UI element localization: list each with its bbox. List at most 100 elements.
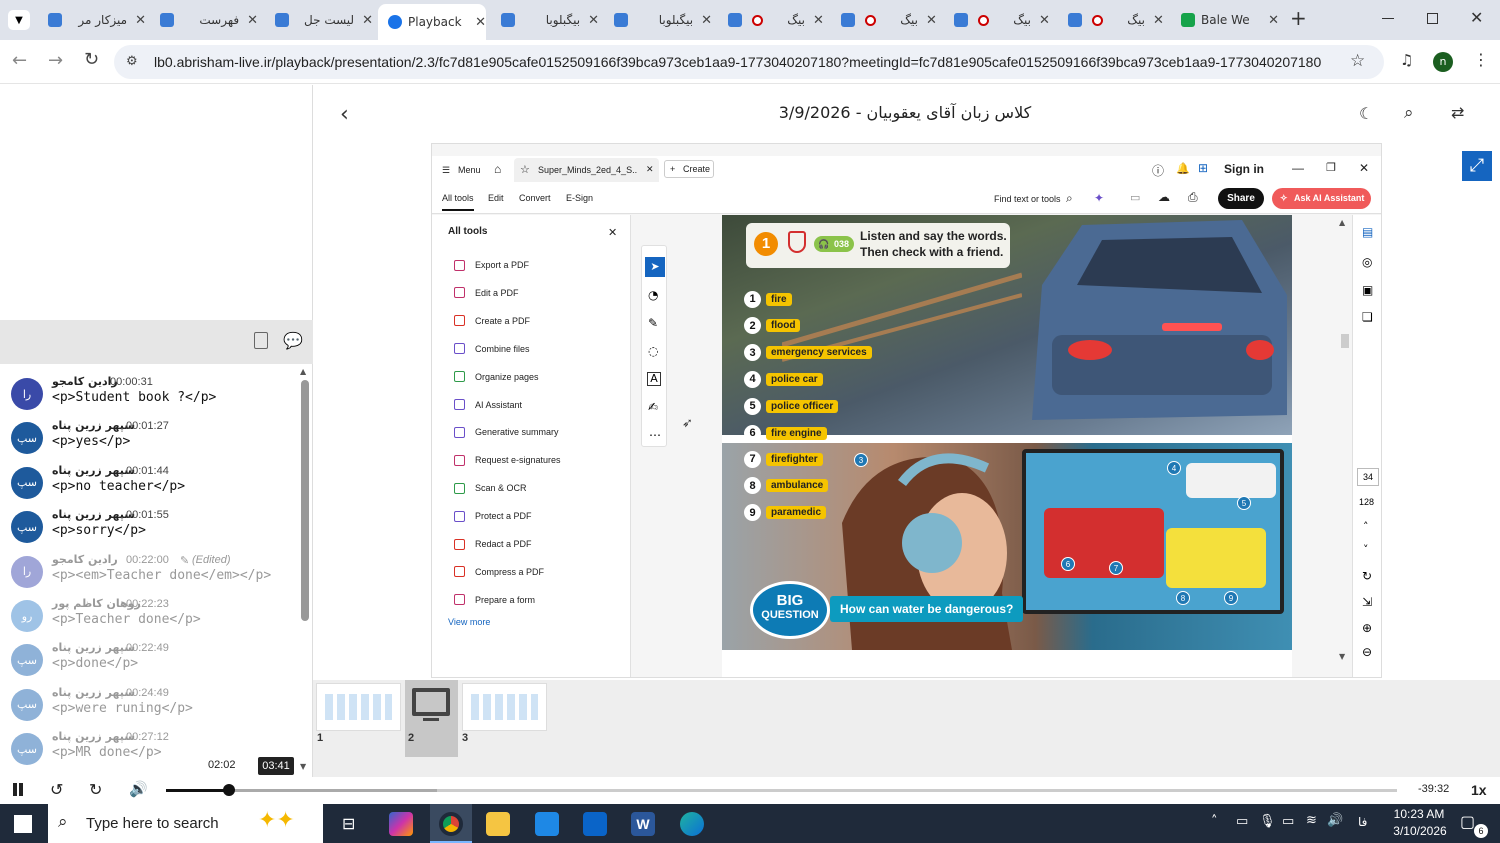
tray-wifi-icon[interactable]: ≋ <box>1306 813 1317 828</box>
tool-item[interactable]: Export a PDF <box>454 257 529 273</box>
dark-mode-moon-icon[interactable]: ☾ <box>1359 104 1373 123</box>
seek-handle[interactable] <box>222 784 235 796</box>
close-window-icon[interactable]: ✕ <box>1470 8 1483 27</box>
pause-icon[interactable] <box>13 783 17 796</box>
draw-lasso-icon[interactable]: ◌ <box>648 344 658 358</box>
page-scrollbar-thumb[interactable] <box>1341 334 1349 348</box>
zoom-out-icon[interactable]: ⊖ <box>1362 645 1372 659</box>
tray-clock-date[interactable]: 3/10/2026 <box>1385 824 1455 838</box>
windows-start-icon[interactable] <box>14 815 32 833</box>
tray-language[interactable]: فا <box>1358 815 1367 829</box>
browser-tab[interactable]: لیست جل ✕ <box>265 4 373 36</box>
find-search-icon[interactable]: ⌕ <box>1066 191 1073 206</box>
tab-close-icon[interactable]: ✕ <box>1268 13 1279 28</box>
ai-tools-icon[interactable]: ✦ <box>1094 191 1104 205</box>
doc-tab-close-icon[interactable]: ✕ <box>646 164 654 175</box>
tab-close-icon[interactable]: ✕ <box>1039 13 1050 28</box>
bookmarks-panel-icon[interactable]: ◎ <box>1362 255 1372 269</box>
acrobat-restore-icon[interactable]: ❐ <box>1326 161 1336 174</box>
tray-volume-icon[interactable]: 🔊 <box>1327 813 1343 828</box>
tool-item[interactable]: Scan & OCR <box>454 480 527 496</box>
find-tools-label[interactable]: Find text or tools <box>994 194 1061 204</box>
back-icon[interactable]: ← <box>12 50 27 71</box>
attachments-panel-icon[interactable]: ❏ <box>1362 310 1373 324</box>
tab-close-icon[interactable]: ✕ <box>362 13 373 28</box>
save-icon[interactable]: ▭ <box>1130 191 1140 204</box>
stamp-tool-icon[interactable]: ✍ <box>648 400 658 414</box>
select-cursor-tool[interactable]: ➤ <box>645 257 665 277</box>
highlight-pen-icon[interactable]: ✎ <box>648 316 658 330</box>
chrome-app-icon[interactable] <box>439 812 463 836</box>
tool-item[interactable]: Protect a PDF <box>454 508 532 524</box>
tool-item[interactable]: Prepare a form <box>454 592 535 608</box>
taskbar-search-box[interactable]: ⌕ Type here to search ✦✦ <box>48 804 323 843</box>
tray-clock-time[interactable]: 10:23 AM <box>1389 807 1449 821</box>
page-scroll-down-icon[interactable]: ▼ <box>1339 652 1345 661</box>
chat-scroll-down-icon[interactable]: ▼ <box>300 762 306 771</box>
acrobat-home-icon[interactable]: ⌂ <box>494 162 501 176</box>
tab-close-icon[interactable]: ✕ <box>1153 13 1164 28</box>
view-more-link[interactable]: View more <box>448 617 490 627</box>
tray-mic-icon[interactable]: 🎙 <box>1259 814 1276 829</box>
thumbnails-panel-icon[interactable]: ▣ <box>1362 283 1373 297</box>
browser-tab[interactable]: Bale We ✕ <box>1171 4 1279 36</box>
tool-item[interactable]: Organize pages <box>454 369 539 385</box>
seek-track[interactable] <box>166 784 1397 796</box>
browser-tab[interactable]: بیگبلوبا ✕ <box>604 4 712 36</box>
tool-item[interactable]: Redact a PDF <box>454 536 532 552</box>
tab-close-icon[interactable]: ✕ <box>247 13 258 28</box>
tool-item[interactable]: Combine files <box>454 341 530 357</box>
bookmark-star-icon[interactable]: ☆ <box>1350 51 1365 71</box>
help-icon[interactable]: ⓘ <box>1152 162 1164 179</box>
acrobat-nav-tab[interactable]: Convert <box>519 193 551 203</box>
create-button[interactable]: + Create <box>664 160 714 178</box>
fullscreen-button[interactable]: ⤢ <box>1462 151 1492 181</box>
doc-star-icon[interactable]: ☆ <box>520 163 530 176</box>
thumbnail-slide-2-selected[interactable] <box>405 680 458 757</box>
task-view-icon[interactable]: ⊟ <box>342 814 355 833</box>
browser-menu-icon[interactable]: ⋮ <box>1473 50 1489 69</box>
tool-item[interactable]: Edit a PDF <box>454 285 519 301</box>
apps-grid-icon[interactable]: ⊞ <box>1198 161 1208 175</box>
ms-store-app-icon[interactable] <box>535 812 559 836</box>
ask-ai-assistant-button[interactable]: ✧ Ask AI Assistant <box>1272 188 1371 209</box>
playback-speed-button[interactable]: 1x <box>1471 782 1487 798</box>
edge-app-icon[interactable] <box>680 812 704 836</box>
tab-close-icon[interactable]: ✕ <box>135 13 146 28</box>
search-icon[interactable]: ⌕ <box>1404 103 1414 123</box>
tab-close-icon[interactable]: ✕ <box>475 15 486 30</box>
comment-tool-icon[interactable]: ◔ <box>648 288 658 302</box>
copilot-app-icon[interactable] <box>389 812 413 836</box>
acrobat-doc-tab[interactable]: ☆ Super_Minds_2ed_4_S.. ✕ <box>514 158 659 182</box>
prev-page-icon[interactable]: ˄ <box>1363 520 1369 533</box>
browser-tab[interactable]: میزکار مر ✕ <box>38 4 146 36</box>
chat-bubbles-icon[interactable]: 💬 <box>283 331 303 350</box>
browser-tab[interactable]: بیگ ✕ <box>1058 4 1166 36</box>
acrobat-menu-label[interactable]: Menu <box>458 165 481 175</box>
acrobat-minimize-icon[interactable]: — <box>1292 161 1304 175</box>
swap-layout-icon[interactable]: ⇄ <box>1451 103 1464 122</box>
notification-center-icon[interactable]: ▢ <box>1460 812 1475 831</box>
word-app-icon[interactable]: W <box>631 812 655 836</box>
tool-item[interactable]: AI Assistant <box>454 397 522 413</box>
zoom-in-icon[interactable]: ⊕ <box>1362 621 1372 635</box>
page-number-input[interactable]: 34 <box>1357 468 1379 486</box>
comments-panel-icon[interactable]: ▤ <box>1362 225 1373 239</box>
chat-scroll-up-icon[interactable]: ▲ <box>300 367 306 376</box>
tool-item[interactable]: Compress a PDF <box>454 564 544 580</box>
tray-overflow-icon[interactable]: ˄ <box>1211 814 1218 829</box>
share-button[interactable]: Share <box>1218 188 1264 209</box>
tray-battery-icon[interactable]: ▭ <box>1282 814 1294 829</box>
acrobat-nav-tab[interactable]: Edit <box>488 193 504 203</box>
copy-chat-icon[interactable] <box>254 332 268 349</box>
more-tools-icon[interactable]: ⋯ <box>649 428 661 442</box>
acrobat-close-icon[interactable]: ✕ <box>1359 161 1369 175</box>
forward-icon[interactable]: → <box>48 50 63 71</box>
new-tab-button[interactable]: + <box>1290 6 1307 30</box>
browser-tab[interactable]: بیگ ✕ <box>944 4 1052 36</box>
volume-icon[interactable]: 🔊 <box>129 780 148 798</box>
acrobat-menu-icon[interactable]: ☰ <box>442 165 450 176</box>
browser-tab[interactable]: بیگ ✕ <box>718 4 826 36</box>
sign-in-link[interactable]: Sign in <box>1224 162 1264 176</box>
media-control-icon[interactable]: ♫ <box>1400 51 1413 69</box>
